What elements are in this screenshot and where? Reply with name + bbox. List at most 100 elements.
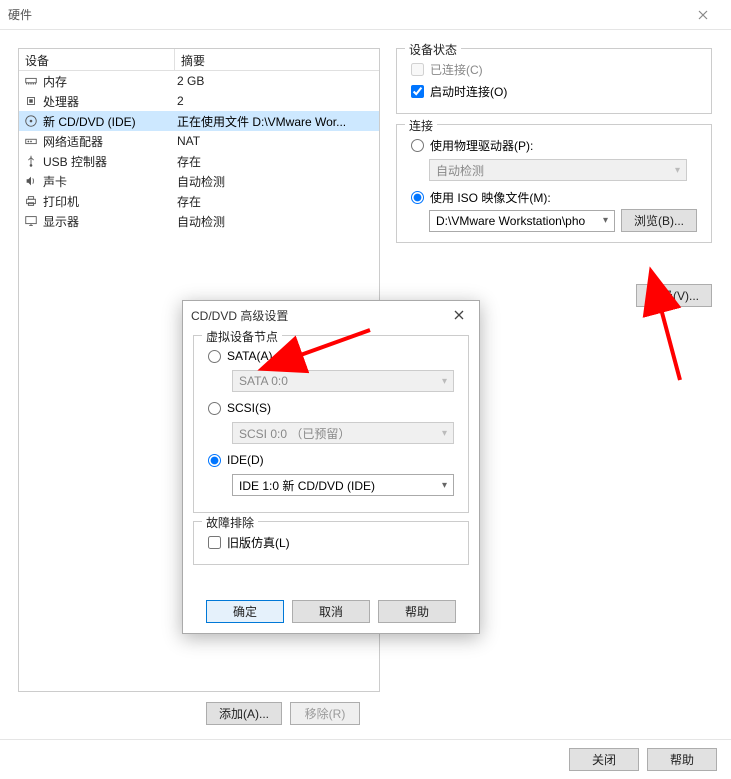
device-summary: NAT	[177, 134, 379, 148]
printer-icon	[23, 193, 39, 209]
ide-value: IDE 1:0 新 CD/DVD (IDE)	[239, 477, 375, 494]
device-name: 声卡	[43, 173, 177, 190]
help-button[interactable]: 帮助	[647, 748, 717, 771]
sata-radio[interactable]: SATA(A)	[208, 346, 458, 366]
legacy-emulation-label: 旧版仿真(L)	[227, 534, 290, 551]
device-name: 新 CD/DVD (IDE)	[43, 113, 177, 130]
scsi-select: SCSI 0:0 （已预留） ▾	[232, 422, 454, 444]
close-icon	[454, 310, 464, 320]
device-summary: 2	[177, 94, 379, 108]
device-row[interactable]: 内存2 GB	[19, 71, 379, 91]
ide-label: IDE(D)	[227, 453, 264, 467]
chevron-down-icon: ▾	[603, 215, 608, 226]
modal-ok-button[interactable]: 确定	[206, 600, 284, 623]
device-summary: 自动检测	[177, 173, 379, 190]
device-list-header: 设备 摘要	[19, 49, 379, 71]
device-name: 显示器	[43, 213, 177, 230]
legacy-emulation-input[interactable]	[208, 536, 221, 549]
device-summary: 自动检测	[177, 213, 379, 230]
device-buttons: 添加(A)... 移除(R)	[206, 702, 360, 725]
connected-checkbox: 已连接(C)	[411, 59, 701, 79]
right-column: 设备状态 已连接(C) 启动时连接(O) 连接 使用物理驱动器(P): 自动检测…	[396, 48, 712, 253]
header-device[interactable]: 设备	[19, 49, 175, 70]
iso-file-label: 使用 ISO 映像文件(M):	[430, 189, 551, 206]
physical-drive-radio-input[interactable]	[411, 139, 424, 152]
modal-close-button[interactable]	[447, 310, 471, 320]
disc-icon	[23, 113, 39, 129]
iso-file-radio[interactable]: 使用 ISO 映像文件(M):	[411, 187, 701, 207]
troubleshoot-group: 故障排除 旧版仿真(L)	[193, 521, 469, 565]
scsi-radio-input[interactable]	[208, 402, 221, 415]
sata-select: SATA 0:0 ▾	[232, 370, 454, 392]
advanced-settings-dialog: CD/DVD 高级设置 虚拟设备节点 SATA(A) SATA 0:0 ▾ SC…	[182, 300, 480, 634]
connected-checkbox-input	[411, 63, 424, 76]
virtual-node-group: 虚拟设备节点 SATA(A) SATA 0:0 ▾ SCSI(S) SCSI 0…	[193, 335, 469, 513]
sata-radio-input[interactable]	[208, 350, 221, 363]
physical-drive-radio[interactable]: 使用物理驱动器(P):	[411, 135, 701, 155]
memory-icon	[23, 73, 39, 89]
modal-cancel-button[interactable]: 取消	[292, 600, 370, 623]
chevron-down-icon: ▾	[442, 480, 447, 491]
window-titlebar: 硬件	[0, 0, 731, 30]
device-name: 打印机	[43, 193, 177, 210]
connect-on-start-input[interactable]	[411, 85, 424, 98]
modal-help-button[interactable]: 帮助	[378, 600, 456, 623]
iso-file-value: D:\VMware Workstation\pho	[436, 214, 585, 228]
usb-icon	[23, 153, 39, 169]
add-device-button[interactable]: 添加(A)...	[206, 702, 282, 725]
connect-on-start-checkbox[interactable]: 启动时连接(O)	[411, 81, 701, 101]
scsi-value: SCSI 0:0 （已预留）	[239, 425, 350, 442]
window-title: 硬件	[8, 6, 683, 23]
chevron-down-icon: ▾	[442, 376, 447, 387]
close-button[interactable]: 关闭	[569, 748, 639, 771]
device-name: USB 控制器	[43, 153, 177, 170]
modal-title: CD/DVD 高级设置	[191, 307, 447, 324]
connection-group: 连接 使用物理驱动器(P): 自动检测 ▾ 使用 ISO 映像文件(M): D:…	[396, 124, 712, 243]
device-row[interactable]: 声卡自动检测	[19, 171, 379, 191]
physical-drive-value: 自动检测	[436, 162, 484, 179]
connection-legend: 连接	[405, 117, 437, 134]
sound-icon	[23, 173, 39, 189]
physical-drive-label: 使用物理驱动器(P):	[430, 137, 533, 154]
device-status-group: 设备状态 已连接(C) 启动时连接(O)	[396, 48, 712, 114]
display-icon	[23, 213, 39, 229]
ide-radio[interactable]: IDE(D)	[208, 450, 458, 470]
modal-titlebar: CD/DVD 高级设置	[183, 301, 479, 329]
virtual-node-legend: 虚拟设备节点	[202, 328, 282, 345]
ide-select[interactable]: IDE 1:0 新 CD/DVD (IDE) ▾	[232, 474, 454, 496]
network-icon	[23, 133, 39, 149]
device-row[interactable]: 打印机存在	[19, 191, 379, 211]
device-row[interactable]: 显示器自动检测	[19, 211, 379, 231]
device-summary: 正在使用文件 D:\VMware Wor...	[177, 113, 379, 130]
device-name: 网络适配器	[43, 133, 177, 150]
modal-footer: 确定 取消 帮助	[183, 600, 479, 623]
dialog-footer: 关闭 帮助	[0, 739, 731, 779]
ide-radio-input[interactable]	[208, 454, 221, 467]
device-name: 内存	[43, 73, 177, 90]
legacy-emulation-checkbox[interactable]: 旧版仿真(L)	[208, 532, 458, 552]
device-status-legend: 设备状态	[405, 41, 461, 58]
iso-file-select[interactable]: D:\VMware Workstation\pho ▾	[429, 210, 615, 232]
device-row[interactable]: USB 控制器存在	[19, 151, 379, 171]
cpu-icon	[23, 93, 39, 109]
device-row[interactable]: 网络适配器NAT	[19, 131, 379, 151]
scsi-radio[interactable]: SCSI(S)	[208, 398, 458, 418]
troubleshoot-legend: 故障排除	[202, 514, 258, 531]
scsi-label: SCSI(S)	[227, 401, 271, 415]
close-icon	[698, 10, 708, 20]
iso-file-radio-input[interactable]	[411, 191, 424, 204]
device-row[interactable]: 处理器2	[19, 91, 379, 111]
advanced-button[interactable]: 高级(V)...	[636, 284, 712, 307]
window-close-button[interactable]	[683, 1, 723, 29]
connect-on-start-label: 启动时连接(O)	[430, 83, 507, 100]
chevron-down-icon: ▾	[675, 165, 680, 176]
browse-button[interactable]: 浏览(B)...	[621, 209, 697, 232]
header-summary[interactable]: 摘要	[175, 49, 379, 70]
connected-label: 已连接(C)	[430, 61, 483, 78]
chevron-down-icon: ▾	[442, 428, 447, 439]
device-summary: 2 GB	[177, 74, 379, 88]
sata-label: SATA(A)	[227, 349, 273, 363]
device-row[interactable]: 新 CD/DVD (IDE)正在使用文件 D:\VMware Wor...	[19, 111, 379, 131]
sata-value: SATA 0:0	[239, 374, 288, 388]
device-summary: 存在	[177, 153, 379, 170]
